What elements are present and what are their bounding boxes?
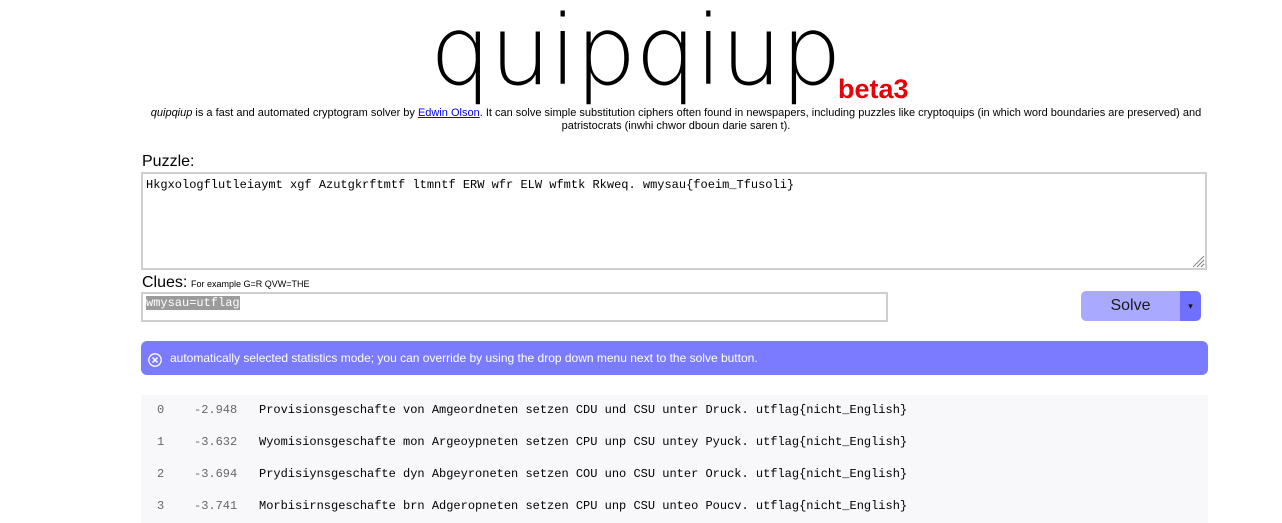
description-text-2: . It can solve simple substitution ciphe… [479, 107, 1202, 132]
result-row[interactable]: 0 -2.948 Provisionsgeschafte von Amgeord… [141, 395, 1208, 427]
result-score: -3.694 [194, 467, 238, 481]
result-score: -3.741 [194, 499, 238, 513]
result-score: -2.948 [194, 403, 238, 417]
app-description: quipqiup is a fast and automated cryptog… [140, 107, 1212, 133]
puzzle-label: Puzzle: [142, 153, 195, 170]
result-row[interactable]: 2 -3.694 Prydisiynsgeschafte dyn Abgeyro… [141, 459, 1208, 491]
puzzle-textarea[interactable]: Hkgxologflutleiaymt xgf Azutgkrftmtf ltm… [141, 172, 1207, 270]
solve-mode-dropdown[interactable]: ▾ [1180, 291, 1201, 321]
description-text-1: is a fast and automated cryptogram solve… [192, 107, 418, 119]
description-app-name: quipqiup [150, 107, 193, 119]
result-text: Wyomisionsgeschafte mon Argeoypneten set… [259, 435, 908, 449]
solve-button[interactable]: Solve [1081, 291, 1180, 321]
result-text: Prydisiynsgeschafte dyn Abgeyroneten set… [259, 467, 908, 481]
result-text: Provisionsgeschafte von Amgeordneten set… [259, 403, 908, 417]
result-index: 1 [157, 435, 165, 449]
result-index: 3 [157, 499, 165, 513]
beta-badge: beta3 [838, 74, 909, 104]
result-index: 2 [157, 467, 165, 481]
close-circle-icon[interactable] [148, 353, 162, 367]
resize-grip-icon[interactable] [1191, 254, 1205, 268]
results-list: 0 -2.948 Provisionsgeschafte von Amgeord… [141, 395, 1208, 523]
result-score: -3.632 [194, 435, 238, 449]
clues-input[interactable]: wmysau=utflag [141, 292, 888, 322]
alert-message: automatically selected statistics mode; … [170, 351, 758, 365]
result-row[interactable]: 3 -3.741 Morbisirnsgeschafte brn Adgerop… [141, 491, 1208, 523]
app-logo: quipqiup [430, 0, 842, 107]
result-row[interactable]: 1 -3.632 Wyomisionsgeschafte mon Argeoyp… [141, 427, 1208, 459]
status-alert: automatically selected statistics mode; … [141, 341, 1208, 375]
chevron-down-icon: ▾ [1188, 301, 1193, 311]
author-link[interactable]: Edwin Olson [418, 107, 480, 119]
result-index: 0 [157, 403, 165, 417]
clues-hint: For example G=R QVW=THE [191, 279, 310, 289]
result-text: Morbisirnsgeschafte brn Adgeropneten set… [259, 499, 908, 513]
clues-label: Clues: [142, 274, 188, 291]
clues-input-value: wmysau=utflag [146, 296, 240, 310]
